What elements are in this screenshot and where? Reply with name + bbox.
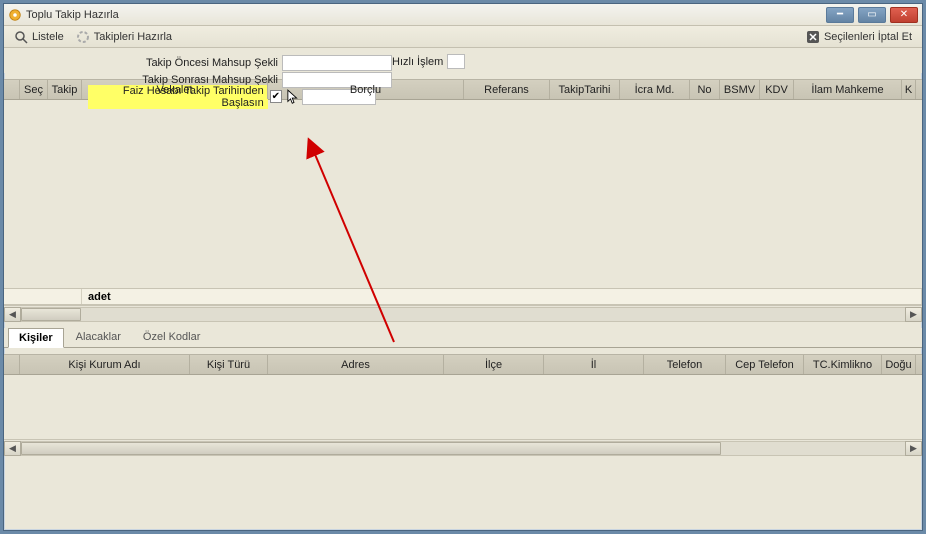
window-title: Toplu Takip Hazırla	[26, 9, 826, 21]
iptal-label: Seçilenleri İptal Et	[824, 31, 912, 43]
search-icon	[14, 30, 28, 44]
column-header[interactable]: Takip	[48, 80, 82, 99]
column-header[interactable]	[4, 355, 20, 374]
column-header[interactable]: Referans	[464, 80, 550, 99]
column-header[interactable]: Adres	[268, 355, 444, 374]
column-header[interactable]: TakipTarihi	[550, 80, 620, 99]
column-header[interactable]: İlam Mahkeme	[794, 80, 902, 99]
tab-kişiler[interactable]: Kişiler	[8, 328, 64, 348]
summary-label: adet	[82, 289, 922, 304]
tab-özel kodlar[interactable]: Özel Kodlar	[133, 328, 210, 347]
title-bar: Toplu Takip Hazırla ━ ▭ ✕	[4, 4, 922, 26]
scroll-left-button[interactable]: ◀	[4, 441, 21, 456]
column-header[interactable]: Cep Telefon	[726, 355, 804, 374]
lbl-hizli: Hızlı İşlem	[392, 56, 443, 68]
tab-strip: KişilerAlacaklarÖzel Kodlar	[4, 328, 922, 348]
field-takip-oncesi[interactable]	[282, 55, 392, 71]
lbl-takip-oncesi: Takip Öncesi Mahsup Şekli	[12, 57, 282, 69]
checkbox-faiz[interactable]	[270, 90, 282, 103]
scroll-left-button[interactable]: ◀	[4, 307, 21, 322]
summary-spacer	[4, 289, 82, 304]
scroll-right-button[interactable]: ▶	[905, 307, 922, 322]
column-header[interactable]: K	[902, 80, 916, 99]
main-grid-body[interactable]	[4, 100, 922, 288]
column-header[interactable]: TC.Kimlikno	[804, 355, 882, 374]
column-header[interactable]: No	[690, 80, 720, 99]
column-header[interactable]	[4, 80, 20, 99]
spinner-icon	[76, 30, 90, 44]
sub-grid-body[interactable]	[4, 375, 922, 439]
column-header[interactable]: BSMV	[720, 80, 760, 99]
secilenleri-iptal-button[interactable]: Seçilenleri İptal Et	[800, 28, 918, 46]
sub-grid: Kişi Kurum AdıKişi TürüAdresİlçeİlTelefo…	[4, 354, 922, 456]
listele-button[interactable]: Listele	[8, 28, 70, 46]
scroll-track[interactable]	[21, 307, 905, 322]
column-header[interactable]: Telefon	[644, 355, 726, 374]
scroll-thumb[interactable]	[21, 442, 721, 455]
cancel-icon	[806, 30, 820, 44]
column-header[interactable]: KDV	[760, 80, 794, 99]
column-header[interactable]: Kişi Kurum Adı	[20, 355, 190, 374]
main-grid: SeçTakipVekaletBorçluReferansTakipTarihi…	[4, 79, 922, 322]
scroll-right-button[interactable]: ▶	[905, 441, 922, 456]
column-header[interactable]: İl	[544, 355, 644, 374]
form-area: Takip Öncesi Mahsup Şekli Takip Sonrası …	[4, 48, 922, 73]
close-button[interactable]: ✕	[890, 7, 918, 23]
scroll-thumb[interactable]	[21, 308, 81, 321]
column-header[interactable]: Borçlu	[268, 80, 464, 99]
toolbar: Listele Takipleri Hazırla Seçilenleri İp…	[4, 26, 922, 48]
column-header[interactable]: Kişi Türü	[190, 355, 268, 374]
column-header[interactable]: İcra Md.	[620, 80, 690, 99]
column-header[interactable]: Vekalet	[82, 80, 268, 99]
column-header[interactable]: Seç	[20, 80, 48, 99]
minimize-button[interactable]: ━	[826, 7, 854, 23]
column-header[interactable]: İlçe	[444, 355, 544, 374]
scroll-track[interactable]	[21, 441, 905, 456]
maximize-button[interactable]: ▭	[858, 7, 886, 23]
tab-alacaklar[interactable]: Alacaklar	[66, 328, 131, 347]
summary-row: adet	[4, 288, 922, 305]
app-icon	[8, 8, 22, 22]
sub-grid-hscroll[interactable]: ◀ ▶	[4, 439, 922, 456]
field-hizli[interactable]	[447, 54, 465, 69]
hazirla-label: Takipleri Hazırla	[94, 31, 172, 43]
main-grid-hscroll[interactable]: ◀ ▶	[4, 305, 922, 322]
takipleri-hazirla-button[interactable]: Takipleri Hazırla	[70, 28, 178, 46]
column-header[interactable]: Doğu	[882, 355, 916, 374]
listele-label: Listele	[32, 31, 64, 43]
